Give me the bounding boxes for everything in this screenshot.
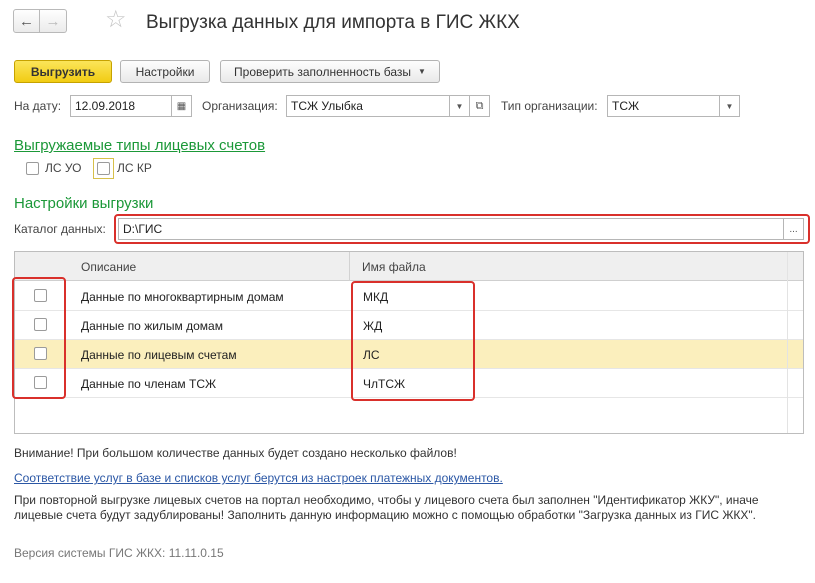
- row-checkbox[interactable]: [34, 289, 47, 302]
- calendar-icon: ▦: [176, 100, 187, 112]
- system-version: Версия системы ГИС ЖКХ: 11.11.0.15: [14, 546, 224, 560]
- export-settings-title: Настройки выгрузки: [14, 195, 154, 212]
- organization-field[interactable]: ТСЖ Улыбка: [286, 95, 450, 117]
- browse-button[interactable]: ...: [783, 218, 804, 240]
- export-button[interactable]: Выгрузить: [14, 60, 112, 83]
- organization-type-dropdown-button[interactable]: ▼: [719, 95, 740, 117]
- arrow-right-icon: →: [45, 12, 61, 30]
- ls-uo-checkbox[interactable]: [26, 162, 39, 175]
- info-text: При повторной выгрузке лицевых счетов на…: [14, 493, 759, 522]
- open-window-icon: ⧉: [475, 99, 484, 112]
- ls-kr-checkbox[interactable]: [97, 162, 110, 175]
- row-checkbox[interactable]: [34, 376, 47, 389]
- table-row-selected[interactable]: Данные по лицевым счетам ЛС: [15, 340, 803, 369]
- organization-label: Организация:: [202, 99, 278, 113]
- calendar-button[interactable]: ▦: [171, 95, 192, 117]
- chevron-down-icon: ▼: [418, 67, 426, 76]
- account-types-title[interactable]: Выгружаемые типы лицевых счетов: [14, 137, 265, 154]
- column-header-description[interactable]: Описание: [81, 260, 136, 274]
- table-row[interactable]: Данные по членам ТСЖ ЧлТСЖ: [15, 369, 803, 398]
- services-settings-link[interactable]: Соответствие услуг в базе и списков услу…: [14, 471, 503, 485]
- row-filename: ЧлТСЖ: [363, 377, 406, 391]
- organization-type-value: ТСЖ: [612, 99, 640, 113]
- settings-button-label: Настройки: [135, 64, 195, 79]
- check-database-button[interactable]: Проверить заполненность базы ▼: [220, 60, 440, 83]
- organization-type-field[interactable]: ТСЖ: [607, 95, 720, 117]
- arrow-left-icon: ←: [19, 12, 34, 30]
- catalog-path-field[interactable]: D:\ГИС: [118, 218, 784, 240]
- chevron-down-icon: ▼: [455, 101, 464, 111]
- row-checkbox[interactable]: [34, 347, 47, 360]
- table-row[interactable]: Данные по многоквартирным домам МКД: [15, 282, 803, 311]
- check-database-label: Проверить заполненность базы: [234, 64, 412, 79]
- warning-text: Внимание! При большом количестве данных …: [14, 446, 457, 460]
- organization-dropdown-button[interactable]: ▼: [449, 95, 470, 117]
- row-description: Данные по жилым домам: [81, 319, 223, 333]
- row-filename: МКД: [363, 290, 389, 304]
- settings-button[interactable]: Настройки: [120, 60, 210, 83]
- ellipsis-icon: ...: [789, 223, 798, 235]
- table-header: Описание Имя файла: [15, 252, 803, 281]
- catalog-label: Каталог данных:: [14, 222, 106, 236]
- chevron-down-icon: ▼: [725, 101, 734, 111]
- table-row[interactable]: Данные по жилым домам ЖД: [15, 311, 803, 340]
- forward-button[interactable]: →: [40, 9, 67, 33]
- back-button[interactable]: ←: [13, 9, 40, 33]
- column-divider: [349, 252, 350, 281]
- favorite-star-icon[interactable]: ☆: [105, 8, 127, 32]
- catalog-path-value: D:\ГИС: [123, 222, 163, 236]
- organization-type-label: Тип организации:: [501, 99, 598, 113]
- row-description: Данные по членам ТСЖ: [81, 377, 217, 391]
- column-header-filename[interactable]: Имя файла: [362, 260, 426, 274]
- row-description: Данные по многоквартирным домам: [81, 290, 284, 304]
- ls-uo-label: ЛС УО: [45, 161, 82, 175]
- row-description: Данные по лицевым счетам: [81, 348, 237, 362]
- row-filename: ЖД: [363, 319, 383, 333]
- row-filename: ЛС: [363, 348, 380, 362]
- page-title: Выгрузка данных для импорта в ГИС ЖКХ: [146, 12, 520, 33]
- row-checkbox[interactable]: [34, 318, 47, 331]
- export-button-label: Выгрузить: [30, 64, 96, 79]
- date-field[interactable]: 12.09.2018: [70, 95, 172, 117]
- ls-kr-label: ЛС КР: [117, 161, 152, 175]
- table-scrollbar[interactable]: [787, 252, 803, 433]
- files-table: Описание Имя файла Данные по многокварти…: [14, 251, 804, 434]
- organization-value: ТСЖ Улыбка: [291, 99, 363, 113]
- date-label: На дату:: [14, 99, 62, 113]
- date-value: 12.09.2018: [75, 99, 136, 113]
- organization-open-button[interactable]: ⧉: [469, 95, 490, 117]
